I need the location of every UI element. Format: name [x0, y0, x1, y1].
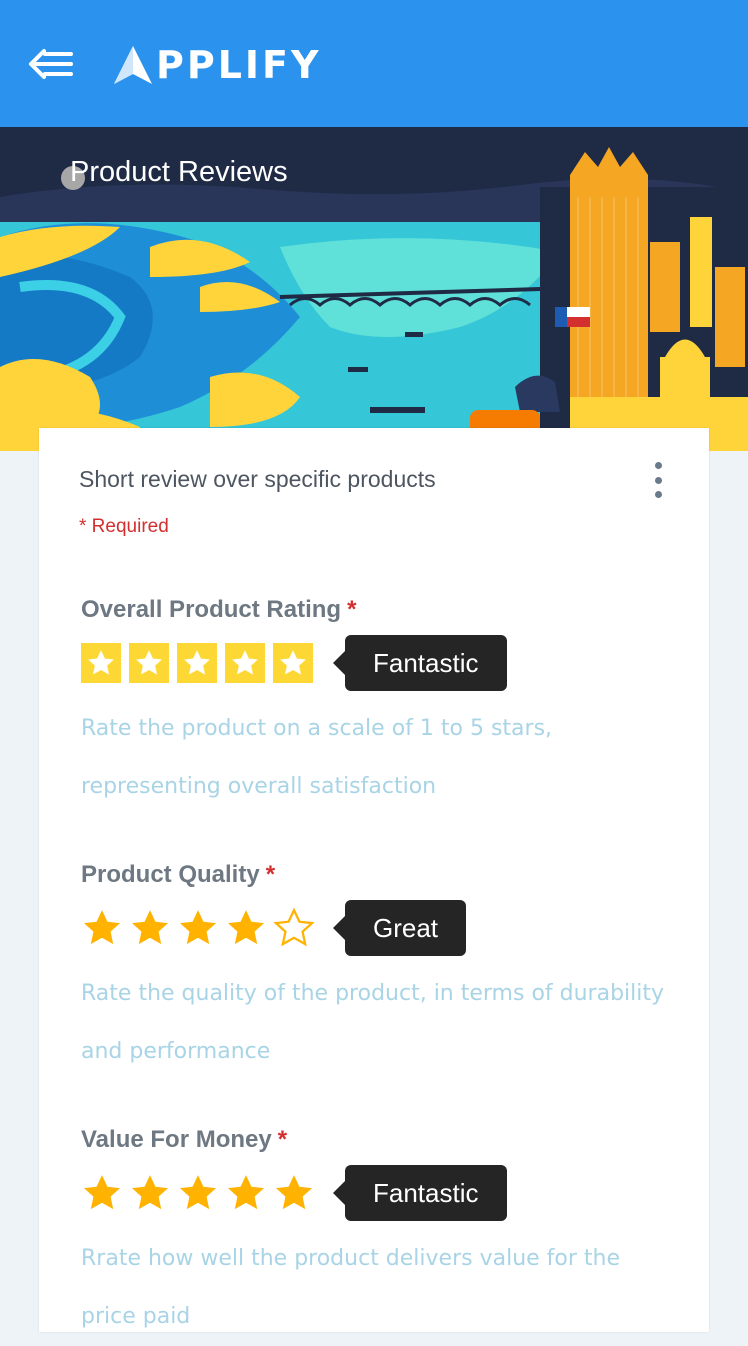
question-help-text: Rrate how well the product delivers valu… [81, 1246, 621, 1329]
star-filled-icon[interactable] [225, 907, 267, 949]
star-filled-icon[interactable] [129, 643, 169, 683]
star-filled-icon[interactable] [129, 907, 171, 949]
rating-tooltip: Fantastic [333, 1165, 507, 1221]
back-menu-button[interactable] [28, 44, 76, 84]
star-filled-icon[interactable] [225, 643, 265, 683]
question-label: Product Quality * [81, 861, 276, 888]
required-asterisk: * [347, 596, 357, 623]
question-help-text: Rate the product on a scale of 1 to 5 st… [81, 716, 553, 799]
required-asterisk: * [277, 1126, 288, 1153]
star-filled-icon[interactable] [225, 1172, 267, 1214]
star-filled-icon[interactable] [177, 643, 217, 683]
star-rating: Great [81, 899, 681, 957]
star-filled-icon[interactable] [129, 1172, 171, 1214]
star-rating: Fantastic [81, 1164, 681, 1222]
form-description: Short review over specific products [79, 466, 436, 492]
more-vert-icon [654, 462, 662, 469]
required-note: * Required [79, 516, 169, 537]
star-rating: Fantastic [81, 634, 681, 692]
star-filled-icon[interactable] [177, 907, 219, 949]
star-filled-icon[interactable] [81, 907, 123, 949]
hero-banner: Product Reviews [0, 127, 748, 451]
star-filled-icon[interactable] [273, 643, 313, 683]
star-filled-icon[interactable] [81, 643, 121, 683]
star-empty-icon[interactable] [273, 907, 315, 949]
star-filled-icon[interactable] [177, 1172, 219, 1214]
star-filled-icon[interactable] [81, 1172, 123, 1214]
review-form-card: Short review over specific products * Re… [39, 428, 709, 1332]
app-logo[interactable]: PPLIFY [112, 42, 322, 88]
question-label: Overall Product Rating * [81, 596, 357, 623]
rating-tooltip: Fantastic [333, 635, 507, 691]
question-product-quality: Product Quality * Great Rate the quality … [81, 861, 681, 1081]
logo-text: PPLIFY [156, 43, 322, 87]
rating-tooltip: Great [332, 900, 467, 956]
required-asterisk: * [265, 861, 276, 888]
more-options-button[interactable] [645, 462, 671, 498]
page-title: Product Reviews [70, 156, 288, 188]
star-filled-icon[interactable] [273, 1172, 315, 1214]
back-menu-icon [29, 49, 73, 79]
question-overall-rating: Overall Product Rating * Fantastic Rate t… [81, 596, 681, 816]
applify-a-icon [114, 46, 152, 84]
question-label: Value For Money * [81, 1126, 288, 1153]
app-header: PPLIFY [0, 0, 748, 127]
question-help-text: Rate the quality of the product, in term… [81, 981, 665, 1064]
question-value-for-money: Value For Money * Fantastic Rrate how wel… [81, 1126, 681, 1346]
